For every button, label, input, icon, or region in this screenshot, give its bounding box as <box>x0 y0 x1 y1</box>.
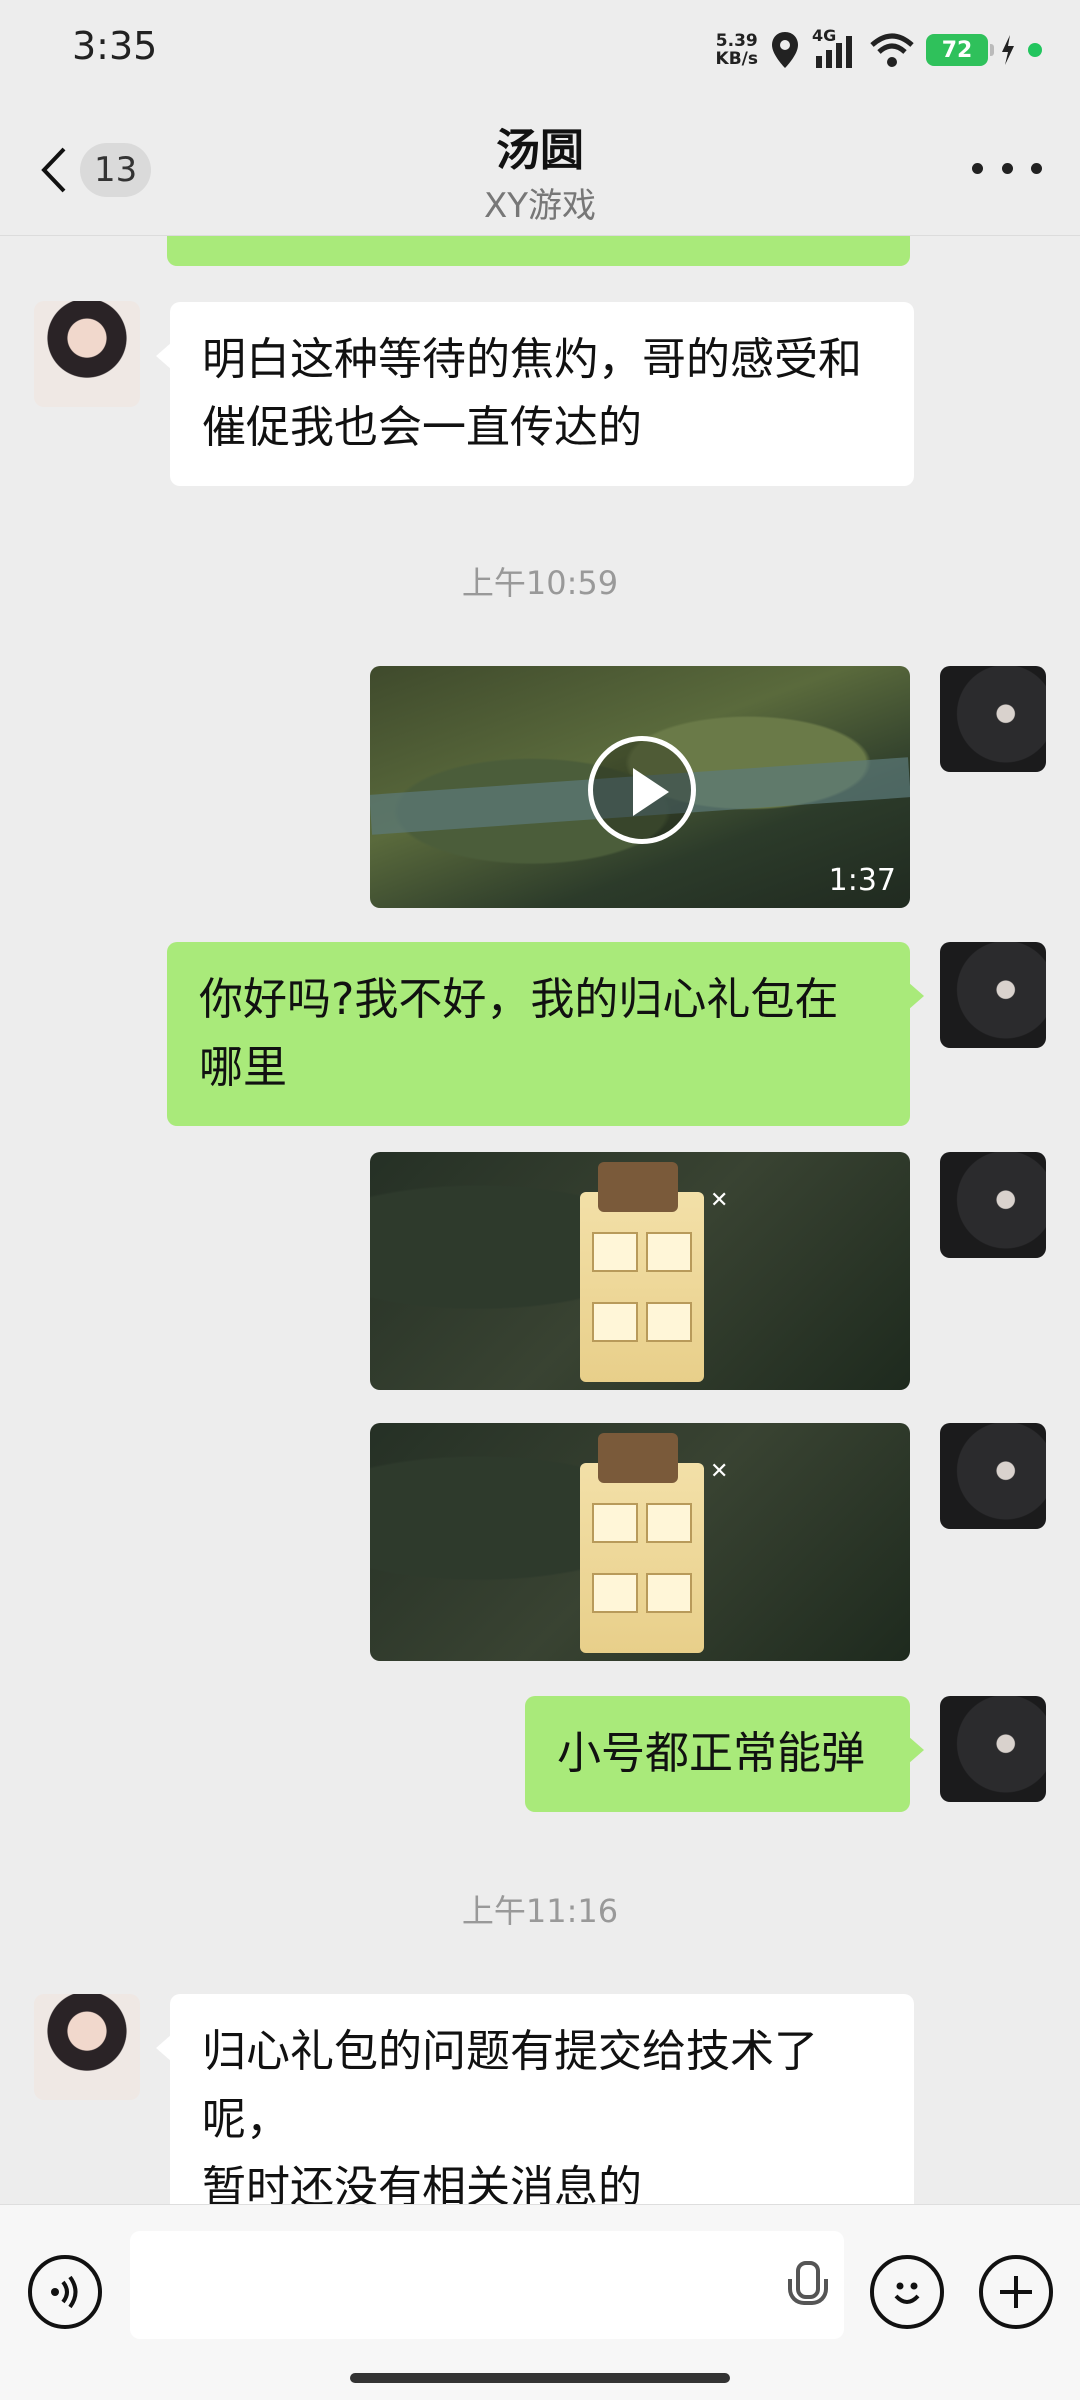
battery-icon: 72 <box>926 34 994 66</box>
status-time: 3:35 <box>72 24 158 68</box>
message-input[interactable] <box>130 2231 844 2339</box>
contact-avatar[interactable] <box>34 301 140 407</box>
chat-subtitle: XY游戏 <box>483 186 597 226</box>
voice-icon <box>51 2275 78 2309</box>
gift-slot <box>592 1503 638 1543</box>
close-icon: ✕ <box>710 1188 729 1213</box>
gift-card-image <box>580 1162 704 1382</box>
status-bar: 3:35 5.39 KB/s 4G 72 <box>0 0 1080 100</box>
image-message[interactable]: ✕ <box>370 1152 910 1390</box>
more-dot <box>1031 162 1042 174</box>
net-speed-unit: KB/s <box>715 49 758 69</box>
gift-slot <box>592 1302 638 1342</box>
gift-card-image <box>580 1433 704 1653</box>
video-duration: 1:37 <box>828 863 896 898</box>
image-message[interactable]: ✕ <box>370 1423 910 1661</box>
input-bar <box>0 2204 1080 2400</box>
sent-message[interactable]: 小号都正常能弹 <box>525 1696 924 1812</box>
status-icons: 5.39 KB/s 4G 72 <box>716 26 1042 74</box>
home-indicator[interactable] <box>350 2373 730 2383</box>
status-dot <box>1028 43 1042 57</box>
message-text: 明白这种等待的焦灼，哥的感受和 <box>202 334 862 385</box>
play-icon[interactable] <box>588 736 696 844</box>
gift-slot <box>646 1302 692 1342</box>
message-text: 哪里 <box>199 1042 287 1093</box>
emoji-icon <box>894 2282 920 2304</box>
more-dot <box>972 162 983 174</box>
gift-slot <box>592 1232 638 1272</box>
gift-slot <box>646 1232 692 1272</box>
signal-icon: 4G <box>812 26 858 70</box>
message-list[interactable]: 明白这种等待的焦灼，哥的感受和 催促我也会一直传达的 上午10:59 1:37 … <box>0 236 1080 2204</box>
message-timestamp: 上午11:16 <box>461 1892 619 1930</box>
voice-button[interactable] <box>28 2255 102 2329</box>
gift-slot <box>646 1503 692 1543</box>
video-message[interactable]: 1:37 <box>370 666 910 908</box>
my-avatar[interactable] <box>940 666 1046 772</box>
wifi-icon <box>870 33 914 67</box>
more-dot <box>1001 162 1013 174</box>
my-avatar[interactable] <box>940 1696 1046 1802</box>
message-text: 归心礼包的问题有提交给技术了呢， <box>202 2026 818 2145</box>
net-speed-value: 5.39 <box>715 31 758 51</box>
sent-message[interactable]: 你好吗?我不好，我的归心礼包在 哪里 <box>167 942 924 1126</box>
chat-title: 汤圆 <box>496 125 584 176</box>
received-message[interactable]: 归心礼包的问题有提交给技术了呢， 暂时还没有相关消息的 <box>156 1994 914 2204</box>
received-message[interactable]: 明白这种等待的焦灼，哥的感受和 催促我也会一直传达的 <box>156 302 914 486</box>
chat-header: 13 汤圆 XY游戏 <box>0 100 1080 236</box>
contact-avatar[interactable] <box>34 1994 140 2100</box>
message-timestamp: 上午10:59 <box>461 564 619 602</box>
message-text: 催促我也会一直传达的 <box>202 402 642 453</box>
message-text: 你好吗?我不好，我的归心礼包在 <box>199 974 839 1025</box>
net-speed: 5.39 KB/s <box>716 32 758 68</box>
plus-button[interactable] <box>979 2255 1053 2329</box>
message-text: 小号都正常能弹 <box>557 1728 865 1779</box>
my-avatar[interactable] <box>940 942 1046 1048</box>
mic-icon[interactable] <box>788 2261 828 2309</box>
close-icon: ✕ <box>710 1459 729 1484</box>
gift-slot <box>592 1573 638 1613</box>
gift-slot <box>646 1573 692 1613</box>
charging-icon <box>1002 35 1014 65</box>
plus-icon <box>1000 2276 1032 2308</box>
emoji-button[interactable] <box>870 2255 944 2329</box>
more-button[interactable] <box>972 148 1042 188</box>
my-avatar[interactable] <box>940 1423 1046 1529</box>
my-avatar[interactable] <box>940 1152 1046 1258</box>
message-bubble-partial[interactable] <box>167 236 910 266</box>
location-icon <box>772 32 798 68</box>
message-text: 暂时还没有相关消息的 <box>202 2162 642 2204</box>
